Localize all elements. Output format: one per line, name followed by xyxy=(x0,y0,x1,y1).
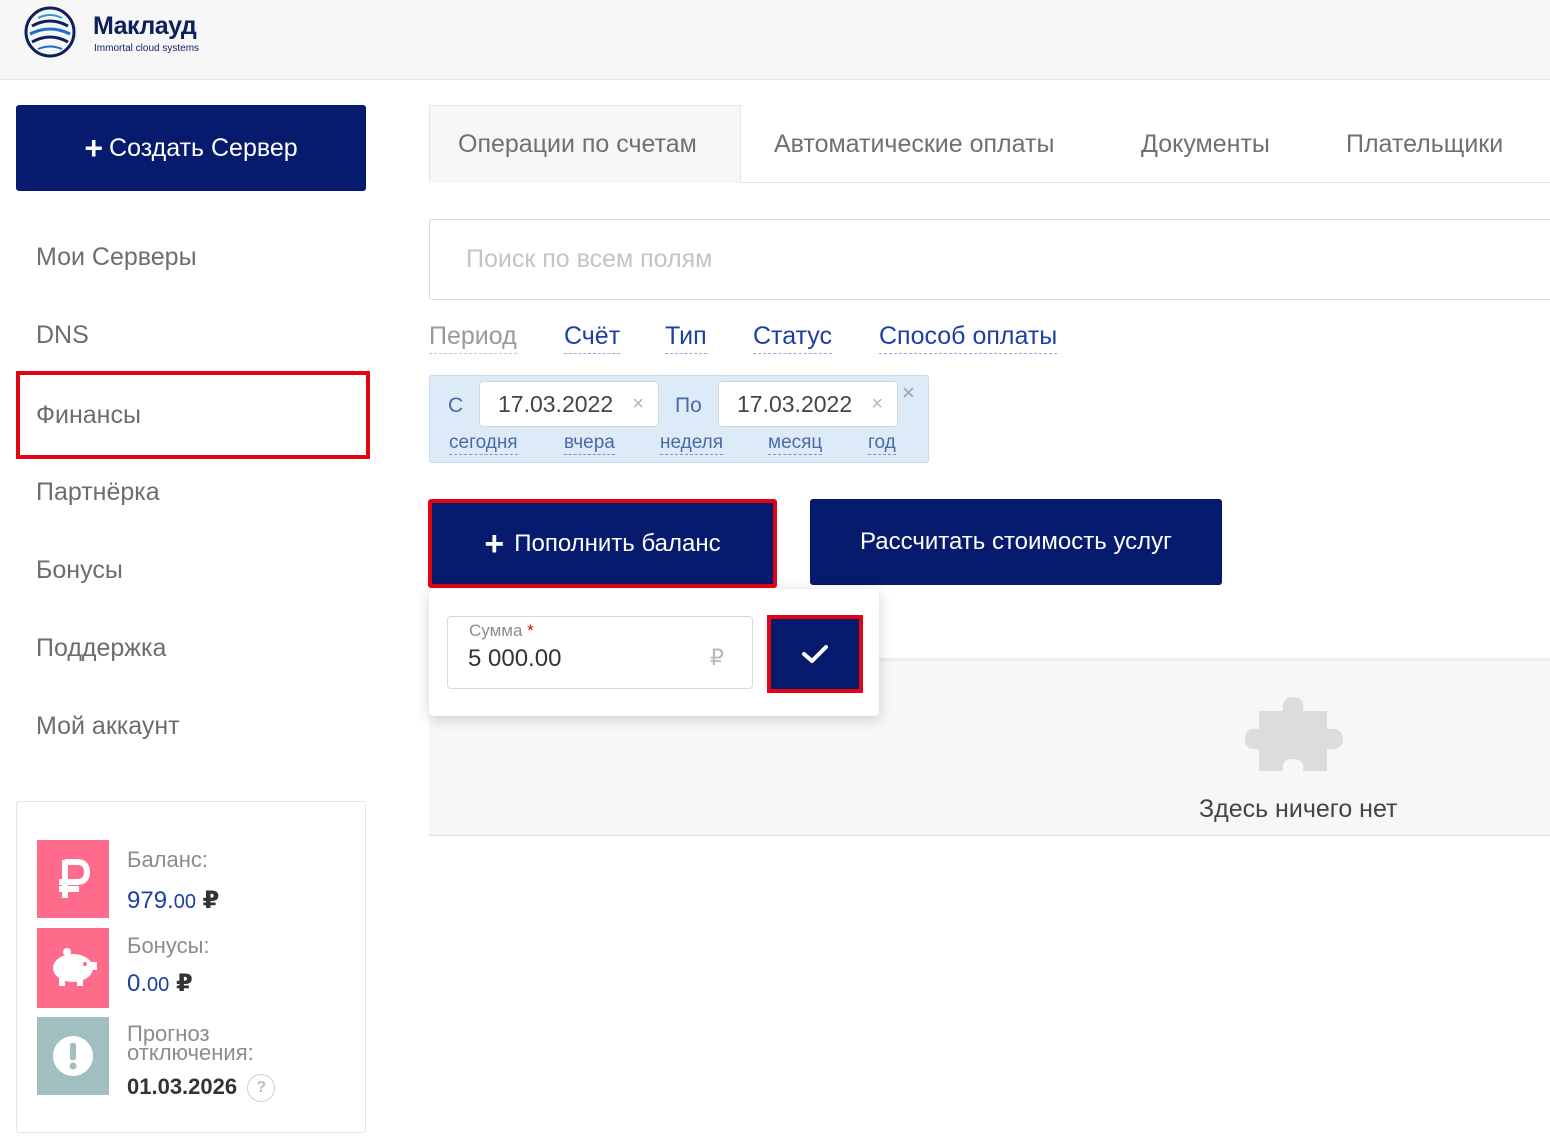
create-server-button[interactable]: + Создать Сервер xyxy=(16,105,366,191)
sidebar-item-label: Поддержка xyxy=(36,633,167,662)
close-period-icon[interactable]: × xyxy=(902,380,915,406)
filter-payment-method[interactable]: Способ оплаты xyxy=(879,322,1058,354)
top-up-popup: Сумма * 5 000.00 ₽ xyxy=(429,589,879,716)
quick-week[interactable]: неделя xyxy=(660,432,724,455)
confirm-amount-button[interactable] xyxy=(767,615,863,693)
ruble-sign: ₽ xyxy=(710,645,724,670)
amount-value[interactable]: 5 000.00 xyxy=(468,645,561,673)
period-to-label: По xyxy=(675,394,702,417)
quick-year[interactable]: год xyxy=(868,432,896,455)
search-input[interactable] xyxy=(429,219,1550,300)
filter-account[interactable]: Счёт xyxy=(564,322,621,354)
tab-documents[interactable]: Документы xyxy=(1141,105,1270,183)
piggy-bank-icon xyxy=(37,928,109,1008)
balance-card: Баланс: 979.00 ₽ Бонусы: 0.00 ₽ Прогноз … xyxy=(16,801,366,1133)
sidebar-item-label: Мой аккаунт xyxy=(36,711,180,740)
quick-today[interactable]: сегодня xyxy=(449,432,518,455)
plus-icon: + xyxy=(484,524,505,563)
sidebar-item-label: Бонусы xyxy=(36,555,123,584)
bonuses-value: 0.00 ₽ xyxy=(127,970,193,997)
exclamation-icon xyxy=(37,1017,109,1095)
top-header: Маклауд Immortal cloud systems xyxy=(0,0,1550,80)
brand-name[interactable]: Маклауд xyxy=(93,12,197,41)
sidebar-item-label: Партнёрка xyxy=(36,477,160,506)
tab-bar: Операции по счетам Автоматические оплаты… xyxy=(429,105,1550,183)
puzzle-icon xyxy=(1245,697,1343,771)
period-filter-panel: С 17.03.2022 × По 17.03.2022 × × сегодня… xyxy=(429,375,929,463)
quick-yesterday[interactable]: вчера xyxy=(564,432,615,455)
quick-month[interactable]: месяц xyxy=(768,432,823,455)
sidebar-item-my-account[interactable]: Мой аккаунт xyxy=(16,687,370,765)
filter-period[interactable]: Период xyxy=(429,322,517,354)
ruble-icon xyxy=(37,840,109,918)
amount-label: Сумма * xyxy=(469,621,534,640)
clear-from-icon[interactable]: × xyxy=(632,394,644,414)
sidebar-item-label: Мои Серверы xyxy=(36,242,197,271)
sidebar-item-label: DNS xyxy=(36,320,89,349)
bonuses-label: Бонусы: xyxy=(127,933,210,958)
create-server-label: Создать Сервер xyxy=(109,133,298,162)
balance-value: 979.00 ₽ xyxy=(127,887,220,914)
sidebar-item-label: Финансы xyxy=(36,400,141,429)
plus-icon: + xyxy=(84,130,104,166)
period-to-date[interactable]: 17.03.2022 × xyxy=(718,381,898,427)
amount-field[interactable]: Сумма * 5 000.00 ₽ xyxy=(447,616,753,689)
check-icon xyxy=(802,645,828,663)
tab-auto-payments[interactable]: Автоматические оплаты xyxy=(774,105,1054,183)
filter-type[interactable]: Тип xyxy=(665,322,707,354)
sidebar-item-support[interactable]: Поддержка xyxy=(16,609,370,687)
maklaud-logo-icon[interactable] xyxy=(22,4,78,60)
clear-to-icon[interactable]: × xyxy=(871,394,883,414)
tab-payers[interactable]: Плательщики xyxy=(1346,105,1503,183)
top-up-label: Пополнить баланс xyxy=(514,529,721,557)
calculate-cost-button[interactable]: Рассчитать стоимость услуг xyxy=(810,499,1222,585)
sidebar-item-partners[interactable]: Партнёрка xyxy=(16,453,370,531)
brand-tagline: Immortal cloud systems xyxy=(94,43,200,54)
period-from-label: С xyxy=(448,394,464,417)
help-icon[interactable]: ? xyxy=(247,1074,276,1103)
top-up-balance-button[interactable]: + Пополнить баланс xyxy=(428,499,777,588)
empty-state-text: Здесь ничего нет xyxy=(1199,795,1398,823)
tab-account-operations[interactable]: Операции по счетам xyxy=(429,105,741,183)
period-from-date[interactable]: 17.03.2022 × xyxy=(479,381,659,427)
sidebar-item-finances[interactable]: Финансы xyxy=(16,371,370,459)
sidebar-item-my-servers[interactable]: Мои Серверы xyxy=(16,218,370,296)
forecast-date: 01.03.2026 ? xyxy=(127,1074,276,1103)
filter-status[interactable]: Статус xyxy=(753,322,833,354)
sidebar-item-bonuses[interactable]: Бонусы xyxy=(16,531,370,609)
sidebar-item-dns[interactable]: DNS xyxy=(16,296,370,374)
calculate-label: Рассчитать стоимость услуг xyxy=(860,528,1172,555)
balance-label: Баланс: xyxy=(127,847,209,872)
forecast-label: Прогноз отключения: xyxy=(127,1021,254,1065)
